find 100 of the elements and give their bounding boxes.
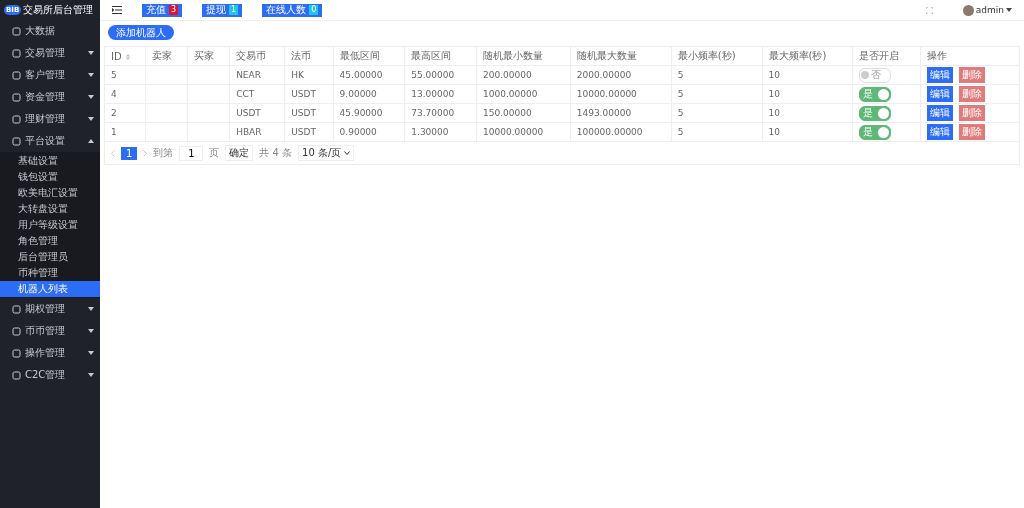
menu-icon bbox=[12, 48, 21, 58]
column-header: 最小频率(秒) bbox=[671, 46, 763, 66]
table-cell: 2000.00000 bbox=[576, 70, 632, 80]
prev-icon bbox=[111, 149, 115, 157]
menu-icon bbox=[12, 70, 21, 80]
sidebar-subitem[interactable]: 机器人列表 bbox=[0, 281, 100, 297]
table-cell: 10 bbox=[768, 127, 780, 137]
sidebar-subitem[interactable]: 欧美电汇设置 bbox=[0, 185, 100, 201]
sort-icon bbox=[125, 53, 130, 60]
goto-label: 到第 bbox=[153, 146, 174, 160]
sidebar-subitem[interactable]: 角色管理 bbox=[0, 233, 100, 249]
column-header: 交易币 bbox=[229, 46, 285, 66]
sidebar-subitem[interactable]: 币种管理 bbox=[0, 265, 100, 281]
sidebar-subitem[interactable]: 钱包设置 bbox=[0, 169, 100, 185]
page-input[interactable]: 1 bbox=[179, 145, 204, 161]
edit-button[interactable]: 编辑 bbox=[927, 124, 954, 140]
page-unit: 页 bbox=[209, 146, 220, 160]
column-header: 操作 bbox=[920, 46, 1020, 66]
column-header: 卖家 bbox=[145, 46, 188, 66]
edit-button[interactable]: 编辑 bbox=[927, 105, 954, 121]
next-icon bbox=[143, 149, 148, 157]
edit-button[interactable]: 编辑 bbox=[927, 86, 954, 102]
sidebar-subitem[interactable]: 大转盘设置 bbox=[0, 201, 100, 217]
table-cell: 10 bbox=[768, 108, 780, 118]
table-cell: 45.90000 bbox=[339, 108, 383, 118]
page-button[interactable]: 1 bbox=[121, 146, 138, 160]
sidebar-subitem[interactable]: 后台管理员 bbox=[0, 249, 100, 265]
table-cell: 45.00000 bbox=[339, 70, 383, 80]
table-cell: 2 bbox=[111, 108, 117, 118]
table-cell: CCT bbox=[236, 89, 255, 99]
add-button[interactable]: 添加机器人 bbox=[108, 25, 174, 40]
sidebar-item[interactable]: 期权管理 bbox=[0, 298, 100, 320]
menu-icon bbox=[12, 26, 21, 36]
menu-icon bbox=[12, 304, 21, 314]
column-header: 法币 bbox=[284, 46, 334, 66]
column-header: ID bbox=[104, 46, 146, 66]
table-cell: 1 bbox=[111, 127, 117, 137]
table-cell: 5 bbox=[111, 70, 117, 80]
table-cell: 4 bbox=[111, 89, 117, 99]
table-cell: 200.00000 bbox=[483, 70, 532, 80]
table-cell: 5 bbox=[677, 108, 684, 118]
table-cell: 55.00000 bbox=[411, 70, 455, 80]
count-badge: 3 bbox=[169, 5, 179, 15]
header-button[interactable]: 充值 3 bbox=[142, 3, 183, 17]
table-cell: USDT bbox=[291, 89, 316, 99]
column-header: 最大频率(秒) bbox=[762, 46, 853, 66]
table-cell: 100000.00000 bbox=[576, 127, 643, 137]
table-cell: 0.90000 bbox=[339, 127, 377, 137]
avatar[interactable] bbox=[962, 4, 974, 16]
sidebar-item[interactable]: 交易管理 bbox=[0, 42, 100, 64]
confirm-button[interactable]: 确定 bbox=[225, 145, 254, 161]
menu-icon bbox=[112, 6, 122, 14]
sidebar-item[interactable]: 大数据 bbox=[0, 20, 100, 42]
caret-icon bbox=[344, 151, 351, 155]
table-cell: USDT bbox=[291, 127, 316, 137]
menu-icon bbox=[12, 92, 21, 102]
table-cell: USDT bbox=[291, 108, 316, 118]
header-button[interactable]: 在线人数 0 bbox=[262, 3, 323, 17]
sidebar-item[interactable]: 理财管理 bbox=[0, 108, 100, 130]
header-button[interactable]: 提现 1 bbox=[202, 3, 243, 17]
sidebar-item[interactable]: 资金管理 bbox=[0, 86, 100, 108]
sidebar-item[interactable]: 平台设置 bbox=[0, 130, 100, 152]
table-cell: 10 bbox=[768, 89, 780, 99]
table-cell: HBAR bbox=[236, 127, 262, 137]
caret-icon bbox=[1006, 8, 1012, 12]
menu-icon bbox=[12, 114, 21, 124]
sidebar-item[interactable]: 客户管理 bbox=[0, 64, 100, 86]
app-title: 交易所后台管理 bbox=[23, 3, 94, 17]
count-badge: 1 bbox=[229, 5, 239, 15]
page-size-select[interactable]: 10 条/页 bbox=[298, 145, 355, 161]
table-cell: HK bbox=[291, 70, 304, 80]
table-cell: 5 bbox=[677, 70, 684, 80]
edit-button[interactable]: 编辑 bbox=[927, 67, 954, 83]
fullscreen-icon bbox=[925, 6, 933, 14]
menu-icon bbox=[12, 326, 21, 336]
user-menu[interactable]: admin bbox=[975, 5, 1004, 15]
column-header: 是否开启 bbox=[852, 46, 921, 66]
column-header: 随机最大数量 bbox=[570, 46, 672, 66]
table-cell: USDT bbox=[236, 108, 261, 118]
menu-icon bbox=[12, 136, 21, 146]
sidebar-item[interactable]: 币币管理 bbox=[0, 320, 100, 342]
column-header: 最高区间 bbox=[404, 46, 477, 66]
sidebar-subitem[interactable]: 基础设置 bbox=[0, 153, 100, 169]
column-header: 买家 bbox=[187, 46, 230, 66]
table-cell: 10000.00000 bbox=[576, 89, 637, 99]
table-cell: 1000.00000 bbox=[483, 89, 538, 99]
menu-icon bbox=[12, 370, 21, 380]
count-badge: 0 bbox=[309, 5, 319, 15]
table-cell: 73.70000 bbox=[411, 108, 455, 118]
table-cell: 5 bbox=[677, 127, 684, 137]
table-cell: 1493.00000 bbox=[576, 108, 632, 118]
sidebar-subitem[interactable]: 用户等级设置 bbox=[0, 217, 100, 233]
table-cell: 9.00000 bbox=[339, 89, 377, 99]
table-cell: NEAR bbox=[236, 70, 261, 80]
total-count: 共 4 条 bbox=[259, 146, 293, 160]
menu-icon bbox=[12, 348, 21, 358]
sidebar-item[interactable]: 操作管理 bbox=[0, 342, 100, 364]
table-cell: 5 bbox=[677, 89, 684, 99]
table-cell: 150.00000 bbox=[483, 108, 532, 118]
sidebar-item[interactable]: C2C管理 bbox=[0, 364, 100, 386]
